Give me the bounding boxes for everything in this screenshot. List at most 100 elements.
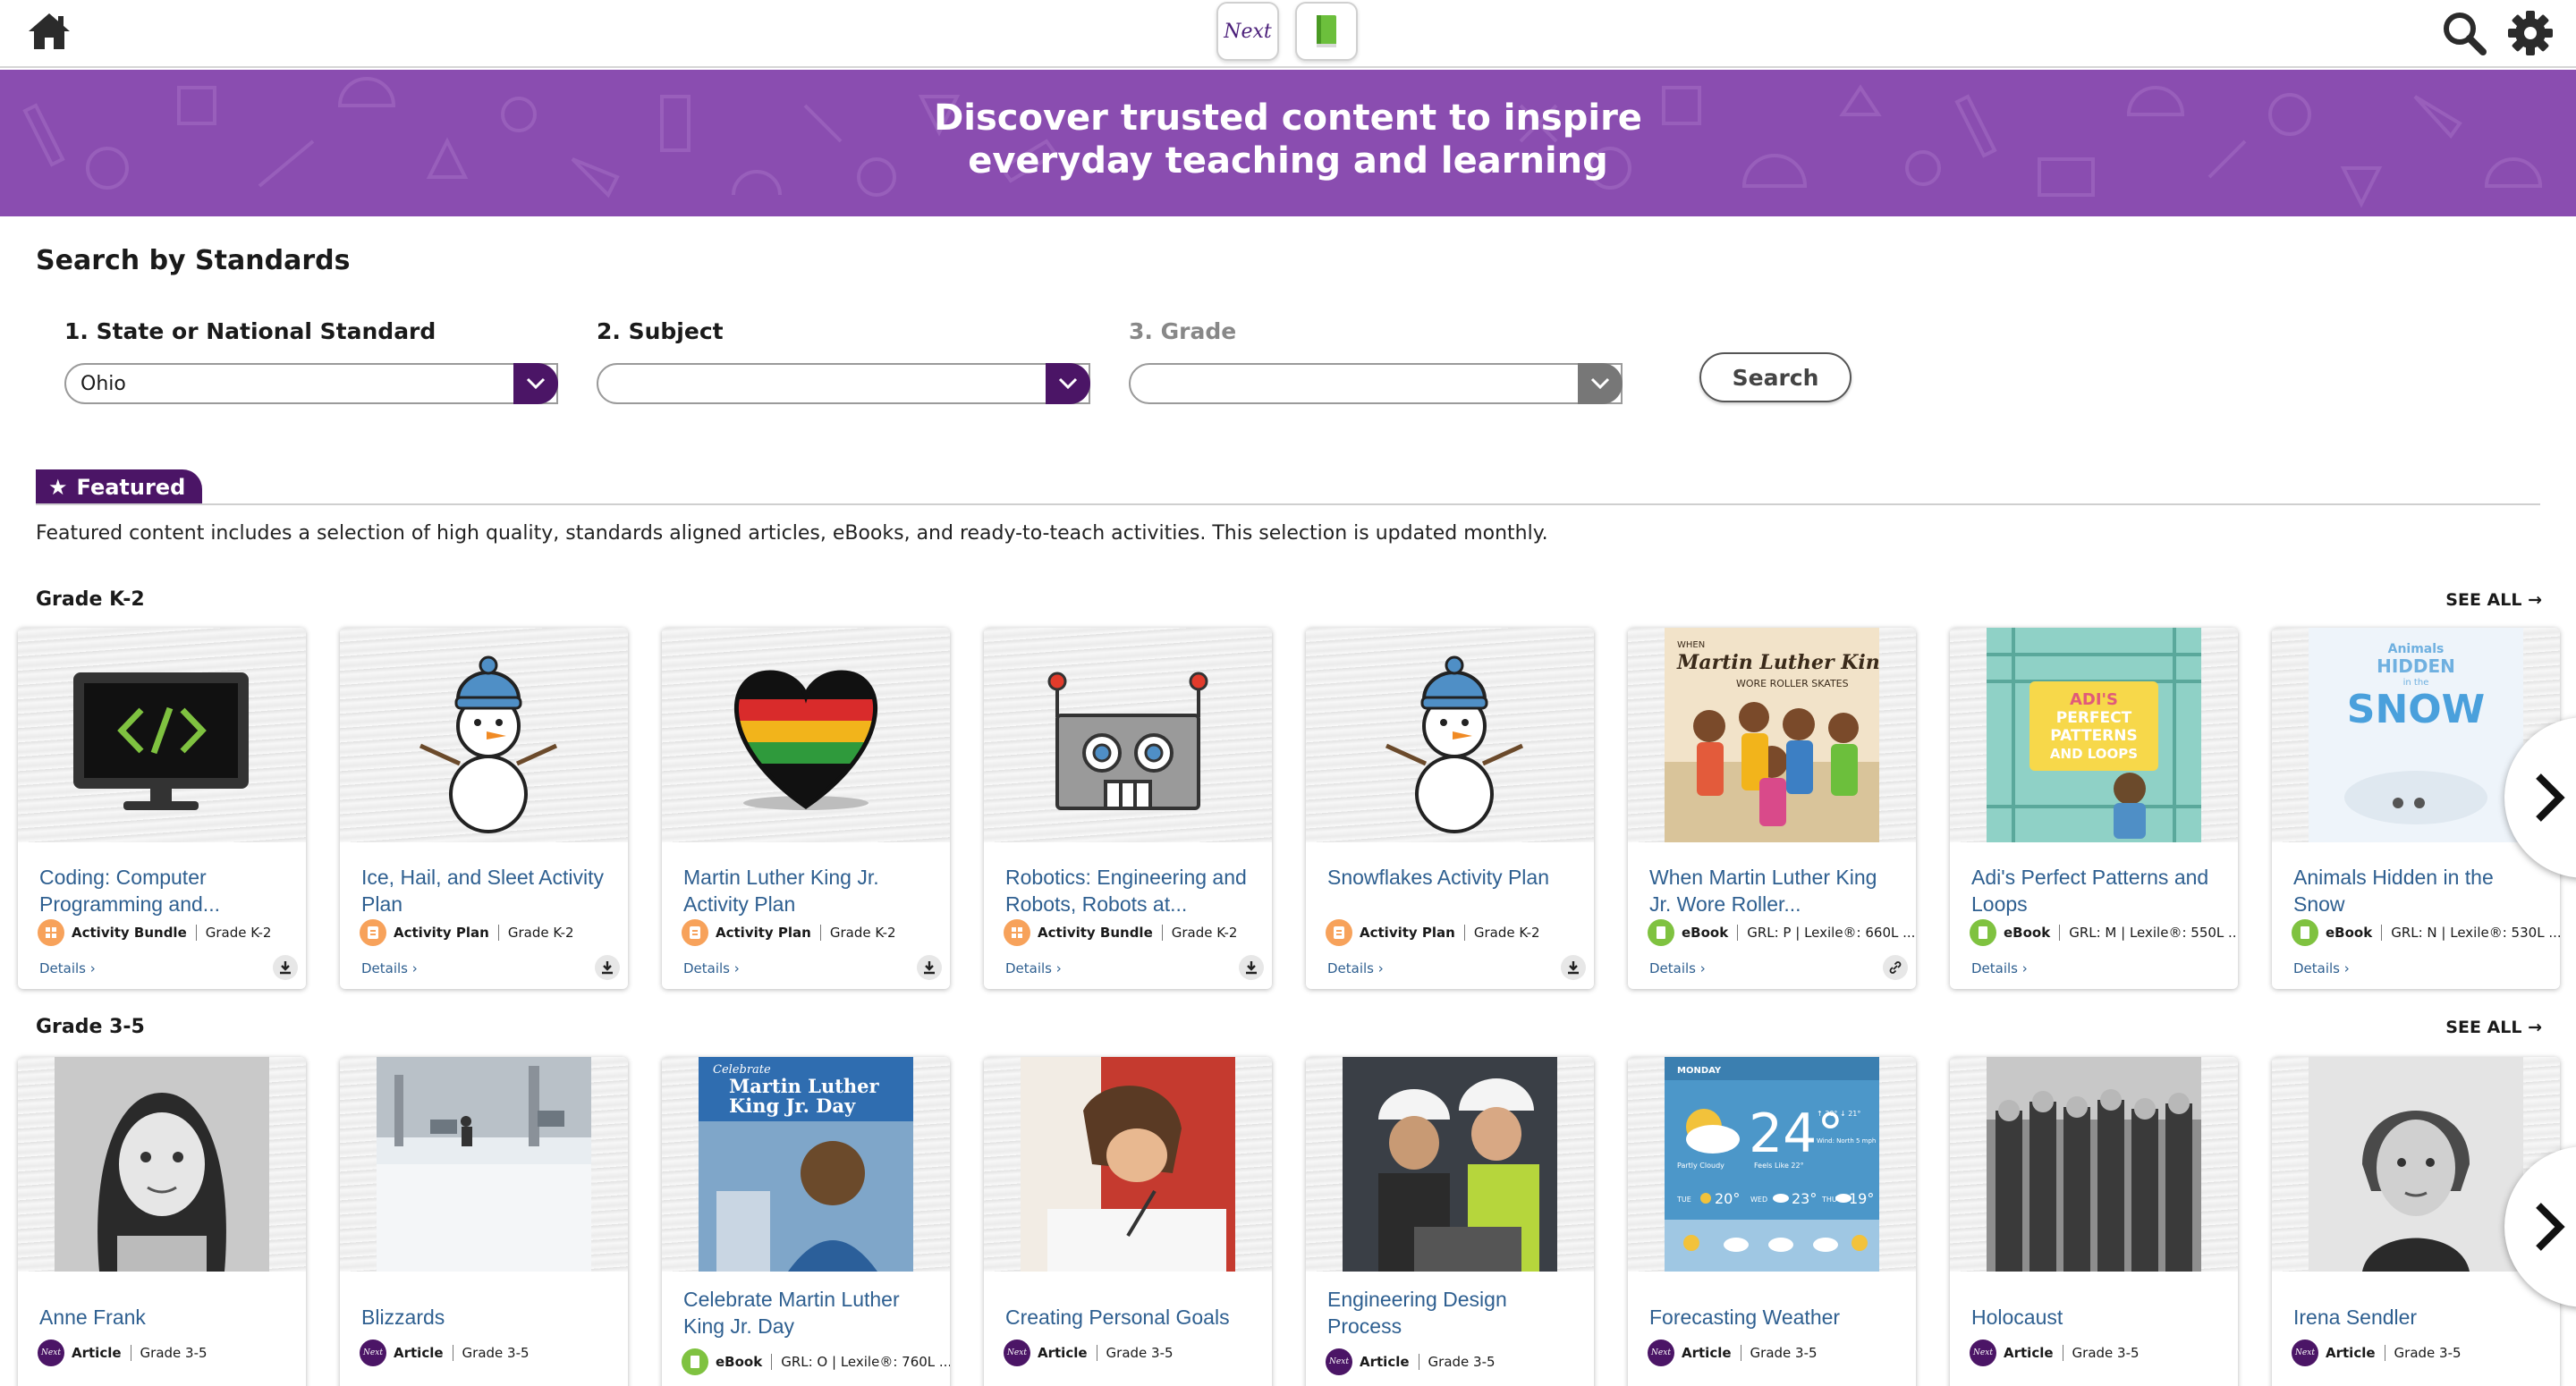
resource-card[interactable]: MONDAY 24° ↑ 30° ↓ 21° Wind: North 5 mph… <box>1628 1057 1916 1386</box>
weather-condition: Partly Cloudy <box>1677 1162 1724 1170</box>
card-title[interactable]: Forecasting Weather <box>1649 1304 1900 1331</box>
top-bar: Next <box>0 0 2576 68</box>
card-meta: eBook GRL: M | Lexile®: 550L ... <box>1970 919 2238 946</box>
details-link[interactable]: Details › <box>361 960 418 976</box>
snowman-icon <box>1385 655 1524 833</box>
card-title[interactable]: Coding: Computer Programming and... <box>39 864 290 917</box>
featured-tab[interactable]: ★ Featured <box>36 469 202 505</box>
card-type: Article <box>2326 1345 2376 1361</box>
grade-select[interactable] <box>1129 363 1623 404</box>
details-link[interactable]: Details › <box>1327 960 1384 976</box>
resource-card[interactable]: ADI'S PERFECT PATTERNS AND LOOPS Adi's P… <box>1950 628 2238 989</box>
download-icon[interactable] <box>1561 955 1586 980</box>
card-info: Grade K-2 <box>205 925 272 941</box>
search-button[interactable]: Search <box>1699 352 1852 402</box>
card-info: Grade 3-5 <box>140 1345 208 1361</box>
card-title[interactable]: Irena Sendler <box>2293 1304 2544 1331</box>
forecast-day-2: WED <box>1750 1196 1767 1204</box>
chevron-down-icon[interactable] <box>513 363 558 404</box>
next-tab-button[interactable]: Next <box>1216 2 1279 61</box>
resource-card[interactable]: Robotics: Engineering and Robots, Robots… <box>984 628 1272 989</box>
featured-tab-label: Featured <box>76 475 186 500</box>
gear-icon[interactable] <box>2506 9 2555 57</box>
chevron-down-icon[interactable] <box>1046 363 1090 404</box>
chevron-right-icon <box>2536 773 2565 822</box>
home-icon[interactable] <box>27 11 75 55</box>
cover-text-3: WORE ROLLER SKATES <box>1736 678 1849 689</box>
card-title[interactable]: Engineering Design Process <box>1327 1286 1578 1340</box>
card-info: GRL: O | Lexile®: 760L ... <box>781 1354 950 1370</box>
details-link[interactable]: Details › <box>2293 960 2350 976</box>
resource-card[interactable]: Celebrate Martin Luther King Jr. Day Cel… <box>662 1057 950 1386</box>
card-type: Article <box>2004 1345 2054 1361</box>
details-link[interactable]: Details › <box>1649 960 1706 976</box>
subject-select[interactable] <box>597 363 1090 404</box>
resource-card[interactable]: Ice, Hail, and Sleet Activity Plan Activ… <box>340 628 628 989</box>
card-title[interactable]: Blizzards <box>361 1304 612 1331</box>
card-title[interactable]: Adi's Perfect Patterns and Loops <box>1971 864 2222 917</box>
card-title[interactable]: Anne Frank <box>39 1304 290 1331</box>
details-link[interactable]: Details › <box>1005 960 1062 976</box>
download-icon[interactable] <box>595 955 620 980</box>
book-cover: Animals HIDDEN in the SNOW <box>2309 628 2523 842</box>
download-icon[interactable] <box>917 955 942 980</box>
meta-separator <box>2059 925 2061 941</box>
snowman-icon <box>419 655 558 833</box>
next-article-icon: Next <box>360 1340 386 1366</box>
card-info: GRL: P | Lexile®: 660L ... <box>1747 925 1916 941</box>
meta-separator <box>1463 925 1465 941</box>
cover-text-1: ADI'S <box>2070 690 2118 709</box>
card-title[interactable]: Robotics: Engineering and Robots, Robots… <box>1005 864 1256 917</box>
featured-description: Featured content includes a selection of… <box>36 522 1548 545</box>
card-thumbnail <box>1306 628 1594 842</box>
card-title[interactable]: Animals Hidden in the Snow <box>2293 864 2544 917</box>
resource-card[interactable]: Blizzards Next Article Grade 3-5 <box>340 1057 628 1386</box>
resource-card[interactable]: Martin Luther King Jr. Activity Plan Act… <box>662 628 950 989</box>
card-title[interactable]: Celebrate Martin Luther King Jr. Day <box>683 1286 934 1340</box>
resource-card[interactable]: Engineering Design Process Next Article … <box>1306 1057 1594 1386</box>
resource-card[interactable]: Anne Frank Next Article Grade 3-5 <box>18 1057 306 1386</box>
chevron-down-icon[interactable] <box>1578 363 1623 404</box>
details-link[interactable]: Details › <box>1971 960 2028 976</box>
details-link[interactable]: Details › <box>39 960 96 976</box>
card-title[interactable]: When Martin Luther King Jr. Wore Roller.… <box>1649 864 1900 917</box>
card-title[interactable]: Martin Luther King Jr. Activity Plan <box>683 864 934 917</box>
see-all-link-k-2[interactable]: SEE ALL → <box>2445 590 2542 610</box>
star-icon: ★ <box>48 475 68 500</box>
ebook-tab-button[interactable] <box>1295 2 1358 61</box>
next-article-icon: Next <box>1326 1348 1352 1375</box>
blizzard-photo <box>377 1057 591 1272</box>
card-meta: Next Article Grade 3-5 <box>1648 1340 1818 1366</box>
robot-icon <box>1047 672 1208 810</box>
resource-card[interactable]: Snowflakes Activity Plan Activity Plan G… <box>1306 628 1594 989</box>
see-all-link-3-5[interactable]: SEE ALL → <box>2445 1018 2542 1037</box>
download-icon[interactable] <box>1239 955 1264 980</box>
card-thumbnail <box>984 1057 1272 1272</box>
card-type: Activity Plan <box>394 925 489 941</box>
meta-separator <box>1737 925 1739 941</box>
resource-card[interactable]: WHEN Martin Luther King Jr. WORE ROLLER … <box>1628 628 1916 989</box>
divider <box>36 503 2540 505</box>
resource-card[interactable]: Creating Personal Goals Next Article Gra… <box>984 1057 1272 1386</box>
card-info: Grade K-2 <box>507 925 574 941</box>
card-title[interactable]: Creating Personal Goals <box>1005 1304 1256 1331</box>
card-title[interactable]: Holocaust <box>1971 1304 2222 1331</box>
download-icon[interactable] <box>273 955 298 980</box>
resource-card[interactable]: Holocaust Next Article Grade 3-5 <box>1950 1057 2238 1386</box>
card-type: Article <box>72 1345 122 1361</box>
weather-screen: MONDAY 24° ↑ 30° ↓ 21° Wind: North 5 mph… <box>1665 1057 1879 1272</box>
next-logo: Next <box>1224 20 1272 43</box>
card-thumbnail <box>18 628 306 842</box>
card-meta: Activity Bundle Grade K-2 <box>38 919 271 946</box>
state-select[interactable]: Ohio <box>64 363 558 404</box>
meta-separator <box>195 925 197 941</box>
card-title[interactable]: Ice, Hail, and Sleet Activity Plan <box>361 864 612 917</box>
card-type: Activity Plan <box>716 925 811 941</box>
card-title[interactable]: Snowflakes Activity Plan <box>1327 864 1578 891</box>
details-link[interactable]: Details › <box>683 960 740 976</box>
search-icon[interactable] <box>2440 9 2488 57</box>
card-info: Grade 3-5 <box>1750 1345 1818 1361</box>
card-meta: Next Article Grade 3-5 <box>360 1340 530 1366</box>
link-icon[interactable] <box>1883 955 1908 980</box>
resource-card[interactable]: Coding: Computer Programming and... Acti… <box>18 628 306 989</box>
